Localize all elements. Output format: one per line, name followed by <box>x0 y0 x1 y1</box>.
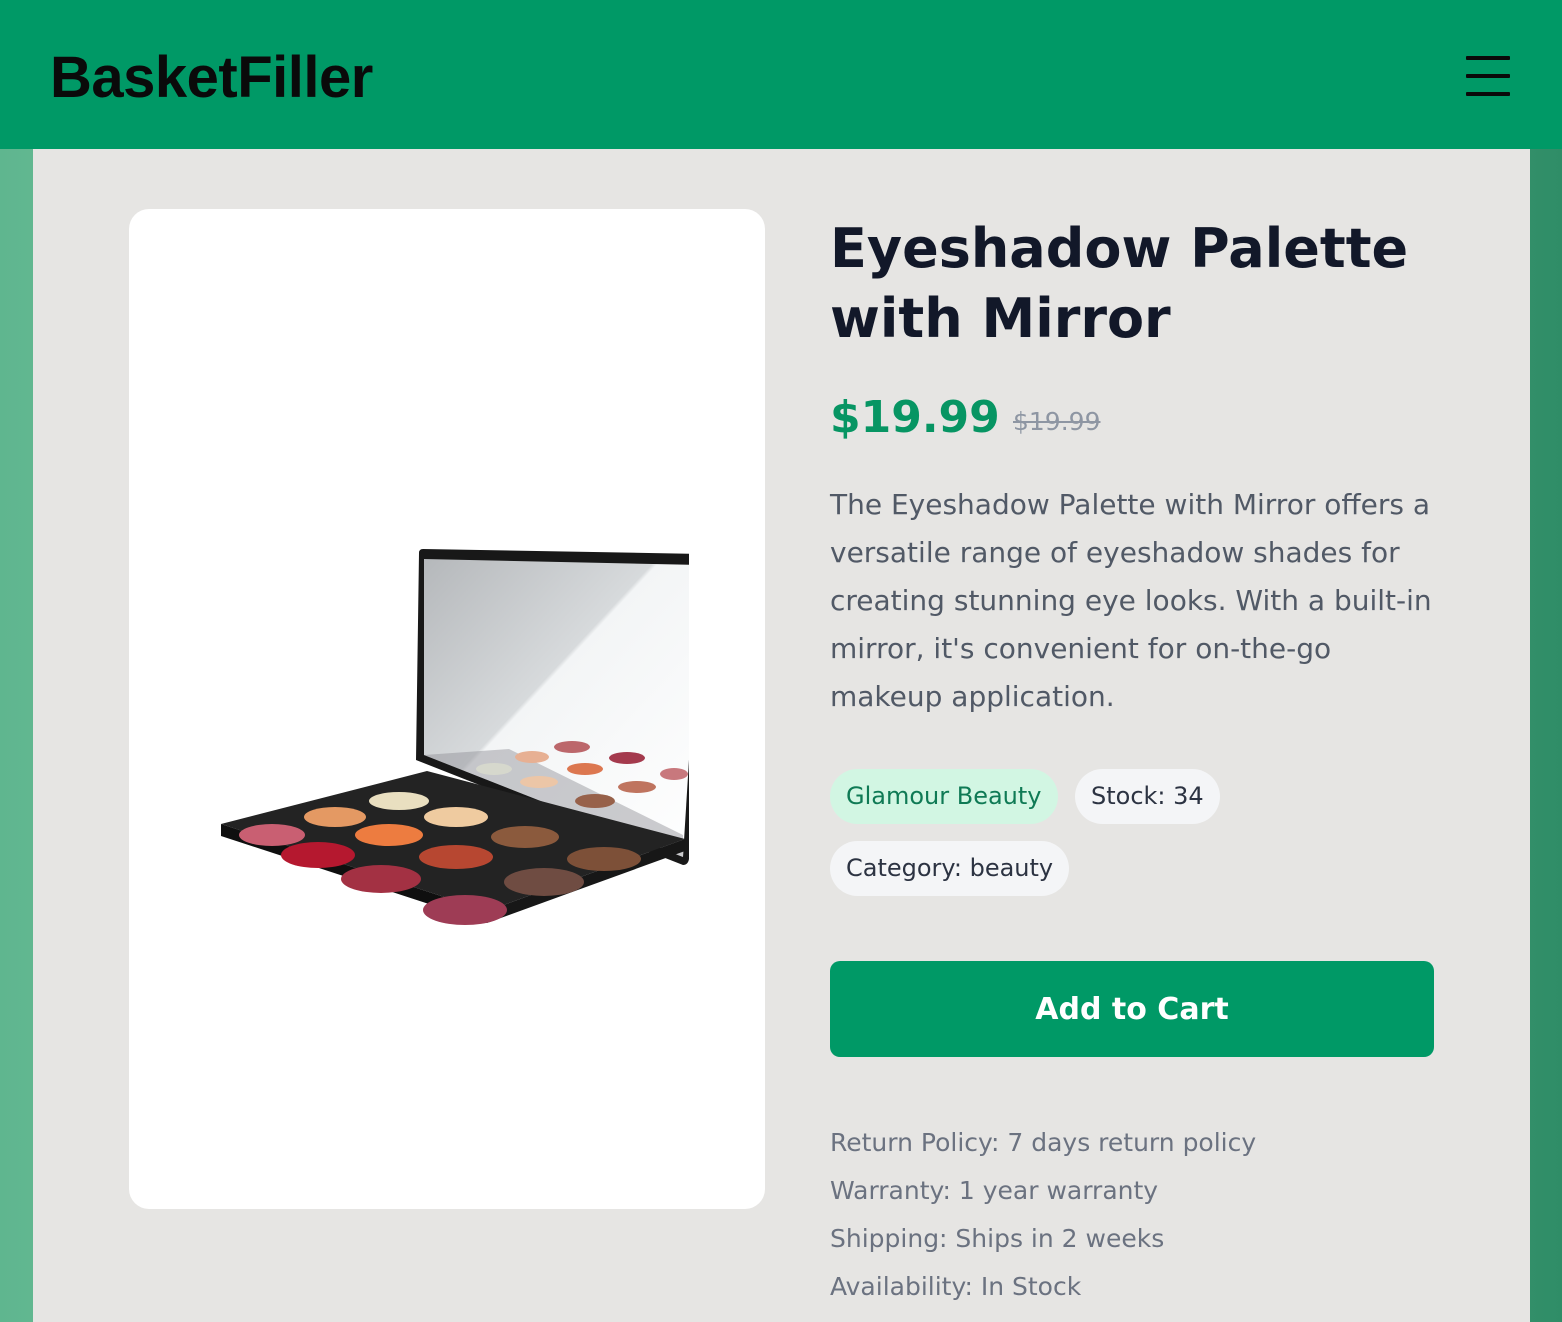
add-to-cart-button[interactable]: Add to Cart <box>830 961 1434 1057</box>
hamburger-menu-icon[interactable] <box>1458 50 1516 106</box>
return-policy-text: Return Policy: 7 days return policy <box>830 1128 1257 1157</box>
availability-text: Availability: In Stock <box>830 1272 1082 1301</box>
product-policy-details: Return Policy: 7 days return policy Warr… <box>830 1119 1450 1311</box>
brand-tag[interactable]: Glamour Beauty <box>830 769 1058 824</box>
menu-line <box>1466 74 1510 78</box>
eyeshadow-palette-image <box>221 549 689 925</box>
stock-tag: Stock: 34 <box>1075 769 1220 824</box>
top-navigation-bar: BasketFiller <box>0 0 1562 149</box>
original-price: $19.99 <box>1013 407 1101 436</box>
shipping-text: Shipping: Ships in 2 weeks <box>830 1224 1165 1253</box>
site-logo[interactable]: BasketFiller <box>50 42 373 114</box>
product-image-card <box>129 209 765 1209</box>
warranty-text: Warranty: 1 year warranty <box>830 1176 1159 1205</box>
menu-line <box>1466 56 1510 60</box>
current-price: $19.99 <box>830 392 1000 443</box>
menu-line <box>1466 92 1510 96</box>
product-detail-panel: Eyeshadow Palette with Mirror $19.99 $19… <box>33 149 1530 1322</box>
product-description: The Eyeshadow Palette with Mirror offers… <box>830 488 1432 713</box>
product-title: Eyeshadow Palette with Mirror <box>830 217 1409 350</box>
category-tag[interactable]: Category: beauty <box>830 841 1070 896</box>
